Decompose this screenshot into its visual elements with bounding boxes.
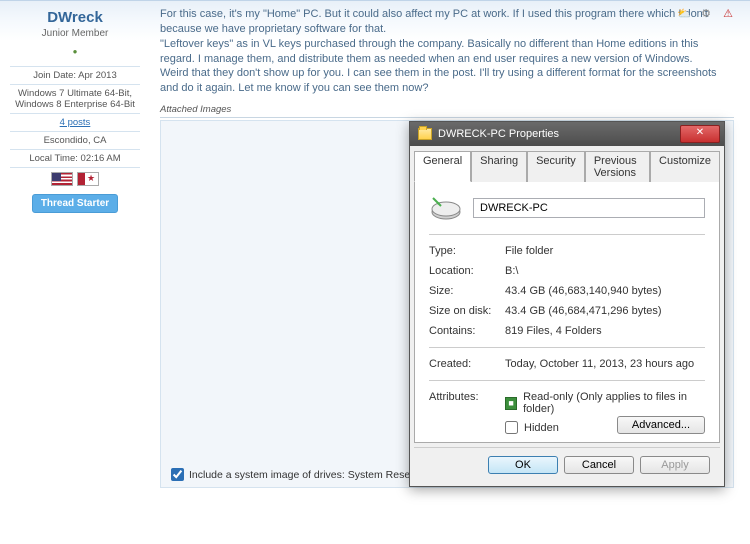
flag-us-icon [51, 172, 73, 186]
tab-security[interactable]: Security [527, 151, 585, 182]
post-p3: Weird that they don't show up for you. I… [160, 67, 717, 94]
tab-sharing[interactable]: Sharing [471, 151, 527, 182]
type-label: Type: [429, 245, 505, 257]
user-sidebar: DWreck Junior Member ● Join Date: Apr 20… [0, 1, 150, 544]
contains-value: 819 Files, 4 Folders [505, 325, 705, 337]
user-name[interactable]: DWreck [10, 9, 140, 26]
user-flags [10, 167, 140, 190]
ok-button[interactable]: OK [488, 456, 558, 474]
sizeondisk-label: Size on disk: [429, 305, 505, 317]
cancel-button[interactable]: Cancel [564, 456, 634, 474]
readonly-checkbox[interactable]: ■ [505, 397, 517, 410]
apply-button[interactable]: Apply [640, 456, 710, 474]
post-body: For this case, it's my "Home" PC. But it… [160, 7, 720, 96]
weather-icon[interactable]: ⛅ [676, 5, 692, 21]
localtime-label: Local Time: [29, 153, 78, 164]
close-button[interactable]: ✕ [680, 125, 720, 143]
forum-post: DWreck Junior Member ● Join Date: Apr 20… [0, 0, 750, 544]
drive-icon [429, 194, 463, 222]
dialog-tabs: General Sharing Security Previous Versio… [410, 146, 724, 181]
online-indicator-icon: ● [10, 47, 140, 56]
join-value: Apr 2013 [78, 70, 117, 81]
location-label: Location: [429, 265, 505, 277]
user-location: Escondido, CA [10, 131, 140, 149]
tab-general[interactable]: General [414, 151, 471, 182]
folder-icon [418, 128, 432, 140]
post-content: ⛅ ⚙ ⚠ For this case, it's my "Home" PC. … [150, 1, 750, 544]
hidden-label: Hidden [524, 422, 559, 434]
user-role: Junior Member [10, 28, 140, 39]
user-localtime: Local Time: 02:16 AM [10, 149, 140, 167]
dialog-footer: OK Cancel Apply [414, 447, 720, 482]
post-p1: For this case, it's my "Home" PC. But it… [160, 8, 708, 35]
location-value: B:\ [505, 265, 705, 277]
created-label: Created: [429, 358, 505, 370]
readonly-label: Read-only (Only applies to files in fold… [523, 391, 705, 415]
contains-label: Contains: [429, 325, 505, 337]
user-join-date: Join Date: Apr 2013 [10, 66, 140, 84]
sizeondisk-value: 43.4 GB (46,684,471,296 bytes) [505, 305, 705, 317]
user-posts: 4 posts [10, 113, 140, 131]
dialog-titlebar[interactable]: DWRECK-PC Properties ✕ [410, 122, 724, 146]
hidden-checkbox[interactable] [505, 421, 518, 434]
thread-starter-badge: Thread Starter [32, 194, 118, 213]
posts-link[interactable]: 4 posts [60, 117, 91, 128]
attributes-label: Attributes: [429, 391, 505, 403]
attached-images-label: Attached Images [160, 104, 734, 118]
dialog-title: DWRECK-PC Properties [438, 128, 559, 140]
tab-previous-versions[interactable]: Previous Versions [585, 151, 650, 182]
dialog-body: Type:File folder Location:B:\ Size:43.4 … [414, 181, 720, 443]
attached-image-area: Include a system image of drives: System… [160, 120, 734, 488]
localtime-value: 02:16 AM [81, 153, 121, 164]
created-value: Today, October 11, 2013, 23 hours ago [505, 358, 705, 370]
type-value: File folder [505, 245, 705, 257]
drive-name-input[interactable] [473, 198, 705, 218]
tab-customize[interactable]: Customize [650, 151, 720, 182]
warning-icon[interactable]: ⚠ [720, 5, 736, 21]
gear-icon[interactable]: ⚙ [698, 5, 714, 21]
size-label: Size: [429, 285, 505, 297]
flag-ca-icon [77, 172, 99, 186]
properties-dialog: DWRECK-PC Properties ✕ General Sharing S… [409, 121, 725, 487]
size-value: 43.4 GB (46,683,140,940 bytes) [505, 285, 705, 297]
post-actions: ⛅ ⚙ ⚠ [676, 5, 736, 21]
post-p2: "Leftover keys" as in VL keys purchased … [160, 38, 698, 65]
user-os: Windows 7 Ultimate 64-Bit, Windows 8 Ent… [10, 84, 140, 113]
advanced-button[interactable]: Advanced... [617, 416, 705, 434]
join-label: Join Date: [33, 70, 76, 81]
include-checkbox[interactable] [171, 468, 184, 481]
